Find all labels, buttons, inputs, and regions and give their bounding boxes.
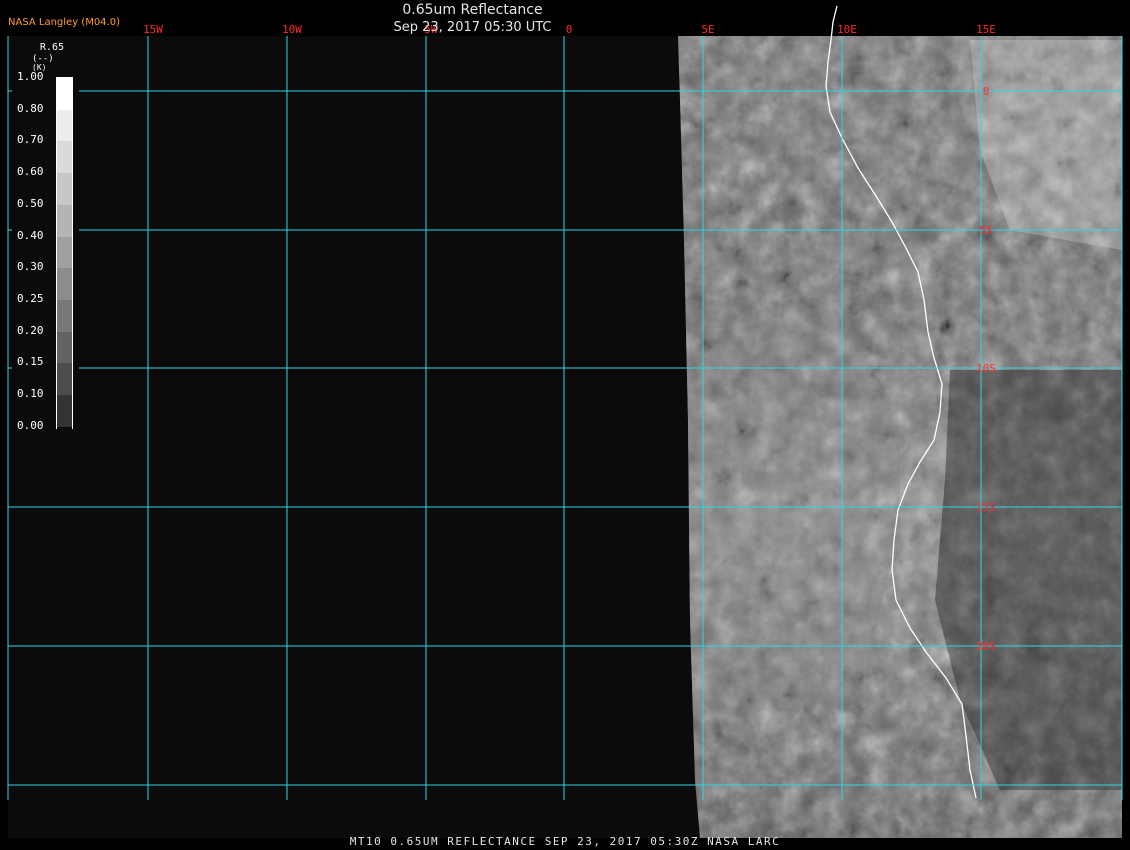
- reflectance-map[interactable]: 15W 10W 5W 0 5E 10E 15E 05S10S15S20S: [0, 0, 1130, 850]
- legend-swatch: [57, 395, 72, 428]
- latitude-label: 15S: [976, 501, 996, 514]
- legend-swatch: [57, 268, 72, 301]
- legend-tick-label: 0.25: [17, 291, 44, 305]
- legend-tick-label: 0.50: [17, 196, 44, 210]
- legend-tick-label: 0.15: [17, 355, 44, 369]
- legend-swatch: [57, 109, 72, 143]
- legend-tick-label: 0.60: [17, 165, 44, 179]
- footer-caption: MT10 0.65UM REFLECTANCE SEP 23, 2017 05:…: [349, 835, 781, 848]
- legend-swatch: [57, 426, 72, 430]
- legend-tick-label: 0.80: [17, 101, 44, 115]
- legend-swatch: [57, 78, 72, 111]
- legend-tick-label: 0.00: [17, 418, 44, 432]
- legend-tick-label: 0.40: [17, 228, 44, 242]
- day-side-imagery: [678, 36, 1122, 838]
- legend-swatch: [57, 331, 72, 365]
- legend-swatch: [57, 236, 72, 270]
- latitude-label: 10S: [976, 362, 996, 375]
- legend-tick-label: 0.70: [17, 133, 44, 147]
- legend-tick-label: 0.20: [17, 323, 44, 337]
- latitude-label: 0: [983, 85, 990, 98]
- color-legend: R.65 (--) (K) 1.00 0.80 0.70 0.60 0.50 0.40 0.…: [12, 38, 79, 442]
- latitude-label: 5S: [979, 224, 992, 237]
- latitude-label: 20S: [976, 640, 996, 653]
- legend-swatch: [57, 141, 72, 175]
- legend-tick-label: 0.30: [17, 260, 44, 274]
- image-title: 0.65um Reflectance: [402, 2, 543, 18]
- legend-swatch: [57, 204, 72, 238]
- legend-tick-label: 1.00: [17, 70, 44, 83]
- legend-swatch: [57, 299, 72, 333]
- legend-swatch: [57, 173, 72, 206]
- legend-swatch: [57, 363, 72, 397]
- legend-tick-label: 0.10: [17, 387, 44, 401]
- legend-color-bar: [56, 77, 73, 430]
- image-timestamp: Sep 23, 2017 05:30 UTC: [393, 20, 552, 35]
- legend-title: R.65: [39, 42, 64, 53]
- longitude-label: 15E: [976, 23, 996, 36]
- satellite-map-view: 15W 10W 5W 0 5E 10E 15E 0 5S 10S 15S 20S NASA Lang…: [0, 0, 1130, 850]
